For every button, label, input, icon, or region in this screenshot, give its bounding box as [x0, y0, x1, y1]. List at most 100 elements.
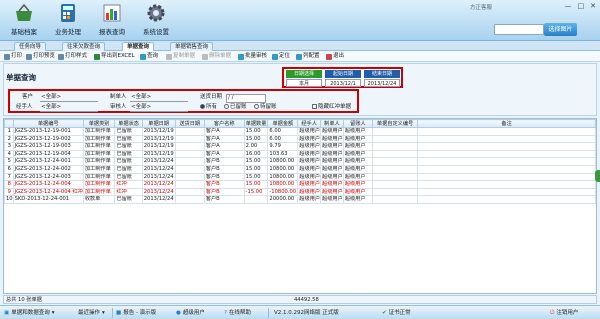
table-row[interactable]: 7 JGZS-2013-12-24-003 加工制作单 已留账 2013/12/24 客户…	[4, 172, 596, 182]
documents-table: 单据编号 单据类别 单据状态 单据日期 送货日期 客户名称 单据数量 单据金额 经手人 制单人 留账…	[3, 118, 597, 294]
column-header[interactable]: 单据日期	[141, 119, 176, 128]
radio-pending[interactable]: 待留账	[254, 104, 277, 111]
logout-icon: ⏻	[550, 310, 555, 316]
tab-document-query[interactable]: 单据查询	[122, 42, 155, 51]
exit-button[interactable]: 退出	[326, 52, 344, 61]
table-row[interactable]: 5 JGZS-2013-12-24-001 加工制作单 已留账 2013/12/24 客户…	[4, 157, 596, 166]
locate-button[interactable]: 定位	[272, 52, 290, 61]
customer-input[interactable]: <全部>	[40, 94, 98, 102]
table-row[interactable]: 9 JGZS-2013-12-24-004 红冲 加工制作单 红冲 2013/12/24…	[4, 187, 596, 197]
table-cell	[174, 195, 205, 204]
query-button[interactable]: 查询	[140, 52, 158, 61]
date-select-header: 日期选择	[286, 70, 322, 78]
select-image-button[interactable]: 选择图片	[544, 23, 577, 36]
search-input[interactable]	[494, 24, 544, 35]
table-cell: 15.00	[243, 164, 269, 174]
export-excel-button[interactable]: 导出到EXCEL	[94, 52, 135, 61]
copy-document-button[interactable]: 复制单据	[166, 52, 195, 61]
table-row[interactable]: 1 JGZS-2013-12-19-001 加工制作单 已留账 2013/12/19 客户…	[4, 127, 596, 136]
table-cell: 已留账	[114, 142, 143, 151]
ship-date-input[interactable]: / /	[226, 94, 266, 103]
table-cell: 超级用户	[342, 149, 374, 159]
column-header[interactable]: 备注	[417, 119, 596, 128]
table-cell: 9	[4, 187, 14, 197]
table-cell: JGZS-2013-12-19-003	[12, 142, 84, 151]
auditor-input[interactable]: <全部>	[130, 104, 188, 112]
nav-business[interactable]: 业务处理	[48, 3, 88, 39]
minimize-icon[interactable]: —	[565, 2, 572, 10]
status-help[interactable]: ? 在线帮助	[224, 309, 251, 317]
table-cell: 超级用户	[297, 164, 322, 174]
handler-input[interactable]: <全部>	[40, 104, 98, 112]
radio-posted[interactable]: 已留账	[224, 104, 247, 111]
table-cell	[417, 195, 596, 204]
table-cell: 超级用户	[320, 187, 344, 197]
nav-reports[interactable]: 报表查询	[92, 3, 132, 39]
table-cell: 加工制作单	[82, 187, 116, 197]
table-cell: 16.00	[243, 149, 269, 159]
column-config-button[interactable]: 列配置	[296, 52, 320, 61]
table-cell: 超级用户	[342, 127, 374, 136]
column-header[interactable]: 留账人	[342, 119, 374, 128]
tab-task-guide[interactable]: 任务向导	[14, 42, 47, 51]
print-preview-button[interactable]: 打印预览	[26, 52, 55, 61]
column-header[interactable]: 单据编号	[12, 119, 84, 128]
nav-settings[interactable]: 系统设置	[136, 3, 176, 39]
customer-service-text[interactable]: 方正客服	[470, 3, 492, 11]
style-icon	[58, 53, 64, 60]
table-row[interactable]: 2 JGZS-2013-12-19-002 加工制作单 已留账 2013/12/19 客户…	[4, 134, 596, 144]
table-row[interactable]: 6 JGZS-2013-12-24-002 加工制作单 已留账 2013/12/24 客户…	[4, 164, 596, 174]
tab-arrears-query[interactable]: 往来欠款查询	[62, 42, 106, 51]
status-recent[interactable]: 最近操作 ▾	[78, 309, 105, 317]
search-icon	[140, 53, 146, 60]
table-cell: -10800.00	[267, 187, 299, 197]
table-row[interactable]: 8 JGZS-2013-12-24-004 加工制作单 红冲 2013/12/24 客户B…	[4, 180, 596, 189]
delete-document-button[interactable]: 删除单据	[202, 52, 231, 61]
table-cell: 9.79	[267, 142, 299, 151]
print-button[interactable]: 打印	[4, 52, 22, 61]
locate-icon	[272, 53, 278, 60]
end-date-input[interactable]: 2013/12/24	[364, 79, 400, 87]
table-cell: 超级用户	[297, 127, 322, 136]
table-cell: 超级用户	[320, 195, 344, 204]
table-cell: 加工制作单	[82, 127, 116, 136]
maker-input[interactable]: <全部>	[130, 94, 188, 102]
radio-all[interactable]: 所有	[200, 104, 217, 111]
table-cell	[417, 172, 596, 182]
table-cell: 超级用户	[320, 164, 344, 174]
column-header[interactable]	[4, 119, 14, 128]
column-header[interactable]: 单据金额	[267, 119, 299, 128]
table-cell	[417, 134, 596, 144]
side-panel-handle[interactable]	[595, 170, 600, 182]
column-header[interactable]: 单据自定义编号	[372, 119, 419, 128]
batch-audit-button[interactable]: 批量审核	[238, 52, 267, 61]
close-icon[interactable]: ✕	[590, 2, 596, 10]
print-style-button[interactable]: 打印样式	[58, 52, 87, 61]
table-cell: 6.00	[267, 127, 299, 136]
start-date-input[interactable]: 2013/12/1	[325, 79, 361, 87]
logout-button[interactable]: ⏻ 注销用户	[550, 309, 578, 317]
date-preset-select[interactable]: 本月	[286, 79, 322, 87]
column-header[interactable]: 经手人	[297, 119, 322, 128]
hide-red-checkbox[interactable]: 隐藏红冲单据	[312, 104, 351, 111]
nav-basic-records[interactable]: 基础档案	[4, 3, 44, 39]
table-cell: 2013/12/24	[141, 180, 176, 189]
status-user[interactable]: ● 超级用户	[176, 309, 205, 317]
table-cell: 10800.00	[267, 180, 299, 189]
status-query[interactable]: ▣ 单据和数据查询 ▾	[4, 309, 54, 317]
column-header[interactable]: 送货日期	[174, 119, 205, 128]
table-row[interactable]: 10 SKD-2013-12-24-001 收款单 已留账 2013/12/24 客户B 2…	[4, 195, 596, 204]
table-cell: 加工制作单	[82, 142, 116, 151]
column-header[interactable]: 单据数量	[243, 119, 269, 128]
tab-sales-query[interactable]: 单据销售查询	[170, 42, 214, 51]
table-row[interactable]: 3 JGZS-2013-12-19-003 加工制作单 已留账 2013/12/19 客户…	[4, 142, 596, 151]
table-cell: 15.00	[243, 134, 269, 144]
column-header[interactable]: 单据类别	[82, 119, 116, 128]
column-header[interactable]: 客户名称	[203, 119, 245, 128]
table-row[interactable]: 4 JGZS-2013-12-19-004 加工制作单 已留账 2013/12/19 客户…	[4, 149, 596, 159]
status-report[interactable]: ■ 报告 - 演示版	[116, 309, 156, 317]
table-cell: 6	[4, 164, 14, 174]
column-header[interactable]: 单据状态	[114, 119, 143, 128]
column-header[interactable]: 制单人	[320, 119, 344, 128]
maximize-icon[interactable]: □	[578, 2, 585, 10]
